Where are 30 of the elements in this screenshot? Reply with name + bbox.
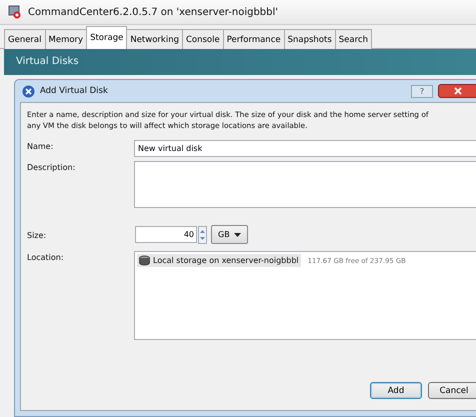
description-label: Description: — [27, 162, 76, 172]
size-field[interactable]: 40 — [135, 226, 197, 243]
tab[interactable]: Networking — [126, 29, 183, 49]
name-field[interactable]: New virtual disk — [134, 140, 476, 157]
unit-dropdown[interactable]: GB — [211, 225, 248, 244]
close-icon — [454, 87, 462, 95]
storage-name: Local storage on xenserver-noigbbbl — [153, 256, 299, 265]
name-label: Name: — [27, 141, 54, 151]
size-label: Size: — [27, 230, 48, 240]
window-title: CommandCenter6.2.0.5.7 on 'xenserver-noigbbbl' — [28, 6, 278, 18]
app-icon — [8, 5, 22, 19]
add-button[interactable]: Add — [370, 382, 422, 399]
dialog-title: Add Virtual Disk — [40, 86, 108, 96]
help-button[interactable]: ? — [411, 84, 433, 98]
storage-icon — [139, 255, 150, 266]
tab[interactable]: Console — [182, 29, 224, 49]
tab[interactable]: Storage — [86, 26, 128, 49]
section-header: Virtual Disks — [4, 49, 476, 75]
description-field[interactable] — [134, 161, 476, 208]
tab[interactable]: Memory — [44, 29, 88, 49]
location-label: Location: — [27, 252, 65, 262]
storage-item[interactable]: Local storage on xenserver-noigbbbl — [137, 254, 301, 267]
tab[interactable]: Performance — [222, 29, 285, 49]
spinner-icon[interactable] — [198, 226, 207, 244]
tab[interactable]: Search — [334, 29, 372, 49]
caret-icon — [234, 232, 241, 236]
tab[interactable]: Snapshots — [284, 29, 336, 49]
close-button[interactable] — [438, 84, 476, 98]
cancel-button[interactable]: Cancel — [428, 382, 476, 399]
tab[interactable]: General — [4, 29, 46, 49]
